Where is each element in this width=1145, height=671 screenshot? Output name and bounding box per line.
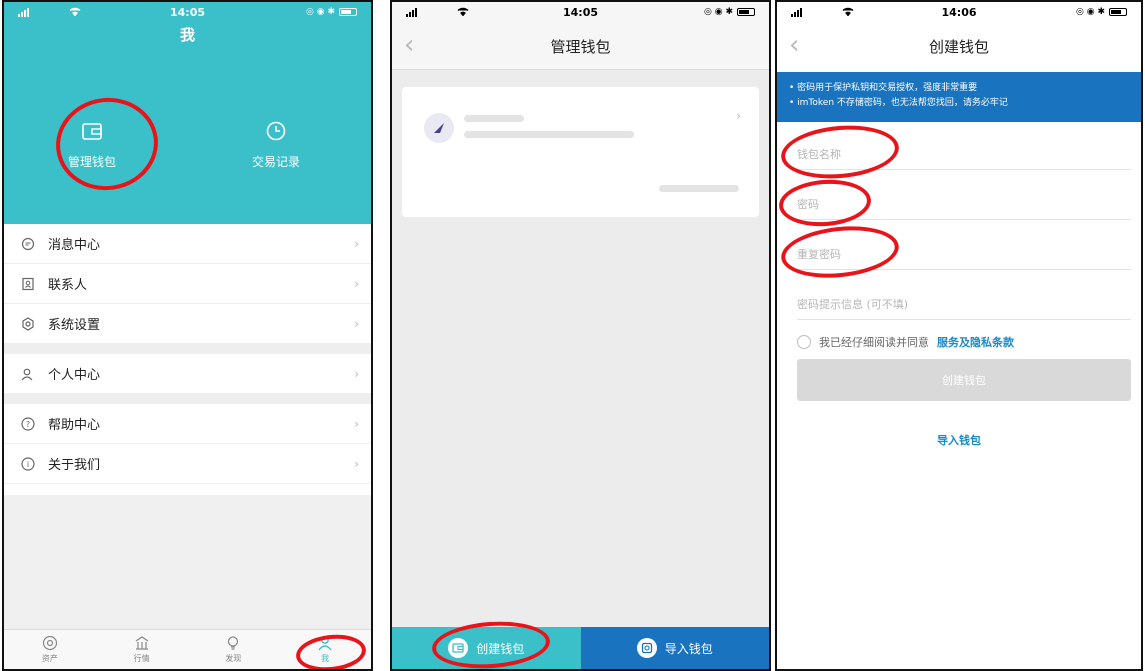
tab-label: 行情 <box>133 654 150 663</box>
message-icon <box>20 236 36 252</box>
wifi-icon <box>457 6 469 19</box>
clock-icon <box>226 120 326 145</box>
terms-link[interactable]: 服务及隐私条款 <box>937 334 1014 350</box>
menu-item-profile[interactable]: 个人中心 › <box>4 354 371 394</box>
create-wallet-label: 创建钱包 <box>476 641 525 656</box>
menu-item-label: 系统设置 <box>48 318 101 333</box>
wallet-balance-blurred <box>659 185 739 192</box>
empty-area <box>4 495 371 629</box>
chevron-right-icon: › <box>354 456 359 471</box>
status-bar: 14:05 ◎ ◉ ✱ <box>4 2 371 22</box>
password-notice: • 密码用于保护私钥和交易授权，强度非常重要 • imToken 不存储密码，也… <box>777 72 1141 122</box>
svg-text:i: i <box>27 460 29 469</box>
import-wallet-button[interactable]: 导入钱包 <box>580 627 769 669</box>
battery-icon <box>737 8 755 16</box>
menu-item-help[interactable]: ? 帮助中心 › <box>4 404 371 444</box>
menu-item-settings[interactable]: 系统设置 › <box>4 304 371 344</box>
wifi-icon <box>842 6 854 19</box>
chevron-right-icon: › <box>354 316 359 331</box>
repeat-password-field[interactable]: 重复密码 <box>797 240 1131 270</box>
menu-item-contacts[interactable]: 联系人 › <box>4 264 371 304</box>
status-bar: 14:05 ◎ ◉ ✱ <box>392 2 769 22</box>
wallet-icon <box>42 120 142 145</box>
info-icon: i <box>20 456 36 472</box>
agree-checkbox[interactable] <box>797 335 811 349</box>
page-title: 我 <box>179 26 195 44</box>
menu-item-label: 消息中心 <box>48 238 101 253</box>
user-icon <box>317 635 333 653</box>
chevron-right-icon: › <box>354 416 359 431</box>
signal-icon <box>791 7 802 17</box>
page-title: 管理钱包 <box>550 38 611 56</box>
help-icon: ? <box>20 416 36 432</box>
create-wallet-button[interactable]: 创建钱包 <box>797 359 1131 401</box>
wallet-icon <box>448 638 469 658</box>
wallet-card[interactable]: › <box>402 87 759 217</box>
status-icons: ◎ ◉ ✱ <box>306 7 335 17</box>
status-icons: ◎ ◉ ✱ <box>1076 7 1105 17</box>
import-wallet-label: 导入钱包 <box>664 641 713 656</box>
status-bar: 14:06 ◎ ◉ ✱ <box>777 2 1141 22</box>
nav-bar: ‹ 创建钱包 <box>777 22 1141 70</box>
nav-bar: ‹ 管理钱包 <box>392 22 769 70</box>
tab-label: 我 <box>321 654 330 663</box>
import-icon <box>636 638 657 658</box>
import-wallet-link[interactable]: 导入钱包 <box>777 432 1141 448</box>
menu-item-label: 联系人 <box>48 278 88 293</box>
signal-icon <box>406 7 417 17</box>
wallet-name-field[interactable]: 钱包名称 <box>797 140 1131 170</box>
chevron-right-icon: › <box>354 276 359 291</box>
status-icons: ◎ ◉ ✱ <box>704 7 733 17</box>
password-hint-field[interactable]: 密码提示信息 (可不填) <box>797 290 1131 320</box>
tab-label: 发现 <box>225 654 242 663</box>
page-title: 创建钱包 <box>928 38 989 56</box>
tab-discover[interactable]: 发现 <box>188 630 280 669</box>
battery-icon <box>339 8 357 16</box>
menu-item-messages[interactable]: 消息中心 › <box>4 224 371 264</box>
signal-icon <box>18 7 29 17</box>
terms-agreement: 我已经仔细阅读并同意 服务及隐私条款 <box>797 334 1014 350</box>
wallet-name-blurred <box>464 115 524 122</box>
notice-line: • imToken 不存储密码，也无法帮您找回，请务必牢记 <box>789 98 1008 108</box>
chevron-right-icon: › <box>736 109 741 123</box>
svg-text:?: ? <box>26 420 30 429</box>
menu-item-about[interactable]: i 关于我们 › <box>4 444 371 484</box>
discover-icon <box>225 635 241 653</box>
settings-menu: 消息中心 › 联系人 › 系统设置 › 个人中心 › ? 帮助中心 › i 关于… <box>4 224 371 484</box>
assets-icon <box>42 635 58 653</box>
tab-label: 资产 <box>41 654 58 663</box>
transaction-history-label: 交易记录 <box>251 155 300 169</box>
wifi-icon <box>69 6 81 19</box>
tab-me[interactable]: 我 <box>279 630 371 669</box>
gear-icon <box>20 316 36 332</box>
menu-divider <box>4 394 371 404</box>
menu-divider <box>4 344 371 354</box>
user-icon <box>20 366 36 382</box>
tab-market[interactable]: 行情 <box>96 630 188 669</box>
menu-item-label: 个人中心 <box>48 368 101 383</box>
wallet-avatar-icon <box>424 113 454 143</box>
manage-wallet-button[interactable]: 管理钱包 <box>42 120 142 170</box>
chevron-right-icon: › <box>354 366 359 381</box>
wallet-address-blurred <box>464 131 634 138</box>
tab-assets[interactable]: 资产 <box>4 630 96 669</box>
screen-manage-wallet: 14:05 ◎ ◉ ✱ ‹ 管理钱包 › 创建钱包 导入钱包 <box>390 0 771 671</box>
menu-item-label: 关于我们 <box>48 458 101 473</box>
menu-item-label: 帮助中心 <box>48 418 101 433</box>
battery-icon <box>1109 8 1127 16</box>
chevron-right-icon: › <box>354 236 359 251</box>
transaction-history-button[interactable]: 交易记录 <box>226 120 326 170</box>
notice-line: • 密码用于保护私钥和交易授权，强度非常重要 <box>789 83 978 93</box>
wallet-action-bar: 创建钱包 导入钱包 <box>392 627 769 669</box>
agree-text: 我已经仔细阅读并同意 <box>819 336 929 349</box>
market-icon <box>134 635 150 653</box>
manage-wallet-label: 管理钱包 <box>67 155 116 169</box>
screen-create-wallet: 14:06 ◎ ◉ ✱ ‹ 创建钱包 • 密码用于保护私钥和交易授权，强度非常重… <box>775 0 1143 671</box>
contacts-icon <box>20 276 36 292</box>
password-field[interactable]: 密码 <box>797 190 1131 220</box>
tab-bar: 资产 行情 发现 我 <box>4 629 371 669</box>
screen-me: 14:05 ◎ ◉ ✱ 我 管理钱包 交易记录 消息中心 › 联系人 › 系统设… <box>2 0 373 671</box>
me-header: 14:05 ◎ ◉ ✱ 我 管理钱包 交易记录 <box>4 2 371 224</box>
create-wallet-button[interactable]: 创建钱包 <box>392 627 581 669</box>
